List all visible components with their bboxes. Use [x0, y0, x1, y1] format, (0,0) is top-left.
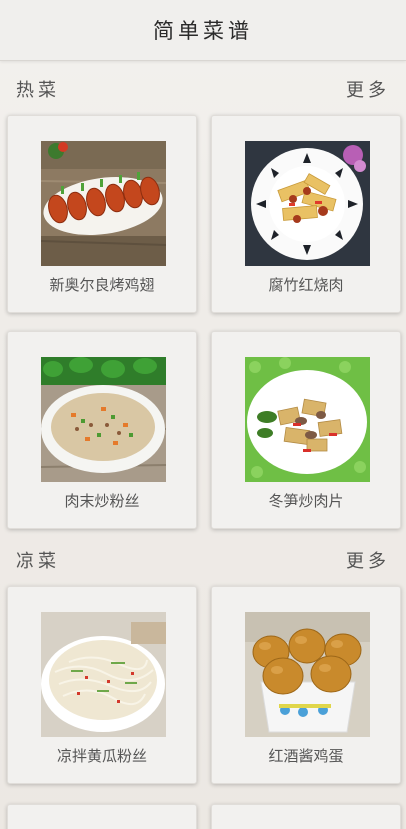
recipe-name: 新奥尔良烤鸡翅 — [49, 276, 155, 294]
recipe-image — [41, 612, 166, 737]
recipe-name: 凉拌黄瓜粉丝 — [56, 747, 147, 765]
recipe-image — [245, 612, 370, 737]
section-title-cold-dishes: 凉菜 — [16, 551, 60, 572]
recipe-name: 肉末炒粉丝 — [64, 492, 140, 510]
recipe-name: 腐竹红烧肉 — [268, 276, 344, 294]
section-header-cold-dishes: 凉菜 更多 — [0, 541, 406, 577]
recipe-image — [41, 141, 166, 266]
section-header-hot-dishes: 热菜 更多 — [0, 70, 406, 106]
app-title: 简单菜谱 — [153, 19, 253, 43]
recipe-card-partial[interactable] — [7, 804, 197, 829]
recipe-image — [245, 141, 370, 266]
recipe-card-grilled-chicken-wings[interactable]: 新奥尔良烤鸡翅 — [7, 115, 197, 313]
recipe-card-cucumber-vermicelli-salad[interactable]: 凉拌黄瓜粉丝 — [7, 586, 197, 784]
recipe-name: 红酒酱鸡蛋 — [268, 747, 344, 765]
more-link-hot-dishes[interactable]: 更多 — [346, 76, 390, 102]
recipe-card-bamboo-shoot-pork[interactable]: 冬笋炒肉片 — [211, 331, 401, 529]
recipe-card-partial[interactable] — [211, 804, 401, 829]
recipe-card-minced-pork-vermicelli[interactable]: 肉末炒粉丝 — [7, 331, 197, 529]
recipe-card-red-wine-braised-eggs[interactable]: 红酒酱鸡蛋 — [211, 586, 401, 784]
recipe-name: 冬笋炒肉片 — [268, 492, 344, 510]
recipe-card-braised-pork-tofu-skin[interactable]: 腐竹红烧肉 — [211, 115, 401, 313]
recipe-image — [41, 357, 166, 482]
recipe-image — [245, 357, 370, 482]
more-link-cold-dishes[interactable]: 更多 — [346, 547, 390, 573]
app-bar: 简单菜谱 — [0, 0, 406, 61]
section-title-hot-dishes: 热菜 — [16, 80, 60, 101]
